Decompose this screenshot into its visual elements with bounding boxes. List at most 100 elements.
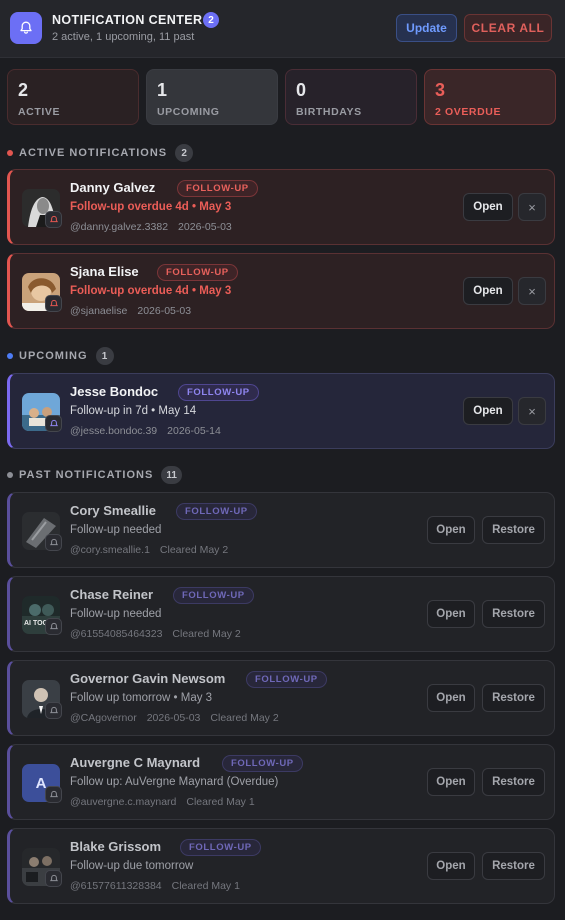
follow-up-tag: FOLLOW-UP [180, 839, 261, 856]
open-button[interactable]: Open [463, 193, 513, 221]
notification-card[interactable]: A Auvergne C Maynard FOLLOW-UP Follow up… [7, 744, 555, 820]
restore-button[interactable]: Restore [482, 684, 545, 712]
stat-upcoming-label: UPCOMING [157, 106, 220, 118]
stat-birthdays[interactable]: 0 BIRTHDAYS [285, 69, 417, 125]
contact-name: Blake Grissom [70, 839, 162, 854]
header: NOTIFICATION CENTER 2 2 active, 1 upcomi… [0, 0, 565, 58]
notification-meta: @jesse.bondoc.39 2026-05-14 [70, 425, 231, 437]
contact-handle: @auvergne.c.maynard [70, 796, 177, 808]
notification-message: Follow-up overdue 4d • May 3 [70, 201, 232, 213]
notification-message: Follow-up needed [70, 608, 162, 620]
status-dot-icon [7, 150, 13, 156]
notification-meta: @CAgovernor 2026-05-03 Cleared May 2 [70, 712, 289, 724]
contact-name: Jesse Bondoc [70, 384, 159, 399]
bell-icon [45, 618, 62, 635]
open-button[interactable]: Open [427, 852, 475, 880]
page-subtitle: 2 active, 1 upcoming, 11 past [52, 31, 195, 43]
notification-message: Follow-up needed [70, 524, 162, 536]
contact-name: Cory Smeallie [70, 503, 156, 518]
section-title: ACTIVE NOTIFICATIONS [19, 147, 168, 159]
status-dot-icon [7, 472, 13, 478]
cleared-date: Cleared May 1 [171, 880, 240, 892]
section-count-badge: 1 [95, 347, 114, 365]
restore-button[interactable]: Restore [482, 600, 545, 628]
contact-name: Danny Galvez [70, 180, 156, 195]
bell-icon [10, 12, 42, 44]
contact-handle: @CAgovernor [70, 712, 137, 724]
stat-overdue-count: 3 [435, 80, 446, 100]
clear-all-button[interactable]: CLEAR ALL [464, 14, 552, 42]
stat-overdue-label: 2 OVERDUE [435, 106, 502, 118]
notification-card[interactable]: Cory Smeallie FOLLOW-UP Follow-up needed… [7, 492, 555, 568]
bell-icon [45, 870, 62, 887]
stat-active-count: 2 [18, 80, 29, 100]
bell-icon [45, 702, 62, 719]
contact-handle: @cory.smeallie.1 [70, 544, 150, 556]
follow-up-tag: FOLLOW-UP [177, 180, 258, 197]
stat-active[interactable]: 2 ACTIVE [7, 69, 139, 125]
section-header-past: PAST NOTIFICATIONS 11 [7, 465, 182, 485]
notification-card[interactable]: Jesse Bondoc FOLLOW-UP Follow-up in 7d •… [7, 373, 555, 449]
bell-icon [45, 295, 62, 312]
notification-card[interactable]: Danny Galvez FOLLOW-UP Follow-up overdue… [7, 169, 555, 245]
contact-name: Auvergne C Maynard [70, 755, 201, 770]
notification-message: Follow up tomorrow • May 3 [70, 692, 213, 704]
follow-up-tag: FOLLOW-UP [173, 587, 254, 604]
notification-meta: @61577611328384 Cleared May 1 [70, 880, 250, 892]
notification-date: 2026-05-03 [137, 305, 192, 317]
restore-button[interactable]: Restore [482, 516, 545, 544]
open-button[interactable]: Open [427, 768, 475, 796]
close-icon[interactable]: × [518, 277, 546, 305]
contact-handle: @61554085464323 [70, 628, 163, 640]
follow-up-tag: FOLLOW-UP [246, 671, 327, 688]
notification-card[interactable]: AI TOOK Chase Reiner FOLLOW-UP Follow-up… [7, 576, 555, 652]
cleared-date: Cleared May 1 [186, 796, 255, 808]
notification-card[interactable]: Sjana Elise FOLLOW-UP Follow-up overdue … [7, 253, 555, 329]
section-title: PAST NOTIFICATIONS [19, 469, 154, 481]
page-title: NOTIFICATION CENTER [52, 13, 203, 27]
bell-icon [45, 534, 62, 551]
restore-button[interactable]: Restore [482, 852, 545, 880]
section-title: UPCOMING [19, 350, 88, 362]
bell-icon [45, 786, 62, 803]
close-icon[interactable]: × [518, 193, 546, 221]
open-button[interactable]: Open [463, 277, 513, 305]
stat-birthdays-label: BIRTHDAYS [296, 106, 362, 118]
section-count-badge: 2 [175, 144, 194, 162]
section-header-active: ACTIVE NOTIFICATIONS 2 [7, 143, 194, 163]
follow-up-tag: FOLLOW-UP [178, 384, 259, 401]
follow-up-tag: FOLLOW-UP [157, 264, 238, 281]
open-button[interactable]: Open [463, 397, 513, 425]
open-button[interactable]: Open [427, 516, 475, 544]
notification-meta: @cory.smeallie.1 Cleared May 2 [70, 544, 238, 556]
notification-date: 2026-05-14 [167, 425, 221, 437]
stat-upcoming[interactable]: 1 UPCOMING [146, 69, 278, 125]
notification-meta: @61554085464323 Cleared May 2 [70, 628, 251, 640]
notification-message: Follow-up in 7d • May 14 [70, 405, 197, 417]
stat-overdue[interactable]: 3 2 OVERDUE [424, 69, 556, 125]
close-icon[interactable]: × [518, 397, 546, 425]
notification-message: Follow up: AuVergne Maynard (Overdue) [70, 776, 279, 788]
open-button[interactable]: Open [427, 600, 475, 628]
bell-icon [45, 415, 62, 432]
stat-active-label: ACTIVE [18, 106, 61, 118]
cleared-date: Cleared May 2 [172, 628, 241, 640]
notification-count-badge: 2 [203, 12, 219, 28]
notification-card[interactable]: Governor Gavin Newsom FOLLOW-UP Follow u… [7, 660, 555, 736]
section-header-upcoming: UPCOMING 1 [7, 346, 114, 366]
cleared-date: Cleared May 2 [210, 712, 279, 724]
notification-card[interactable]: Blake Grissom FOLLOW-UP Follow-up due to… [7, 828, 555, 904]
follow-up-tag: FOLLOW-UP [176, 503, 257, 520]
update-button[interactable]: Update [396, 14, 457, 42]
stat-upcoming-count: 1 [157, 80, 168, 100]
contact-name: Chase Reiner [70, 587, 154, 602]
contact-handle: @61577611328384 [70, 880, 162, 892]
notification-meta: @danny.galvez.3382 2026-05-03 [70, 221, 242, 233]
contact-handle: @sjanaelise [70, 305, 128, 317]
contact-handle: @jesse.bondoc.39 [70, 425, 158, 437]
bell-icon [45, 211, 62, 228]
open-button[interactable]: Open [427, 684, 475, 712]
status-dot-icon [7, 353, 13, 359]
notification-date: 2026-05-03 [146, 712, 201, 724]
restore-button[interactable]: Restore [482, 768, 545, 796]
